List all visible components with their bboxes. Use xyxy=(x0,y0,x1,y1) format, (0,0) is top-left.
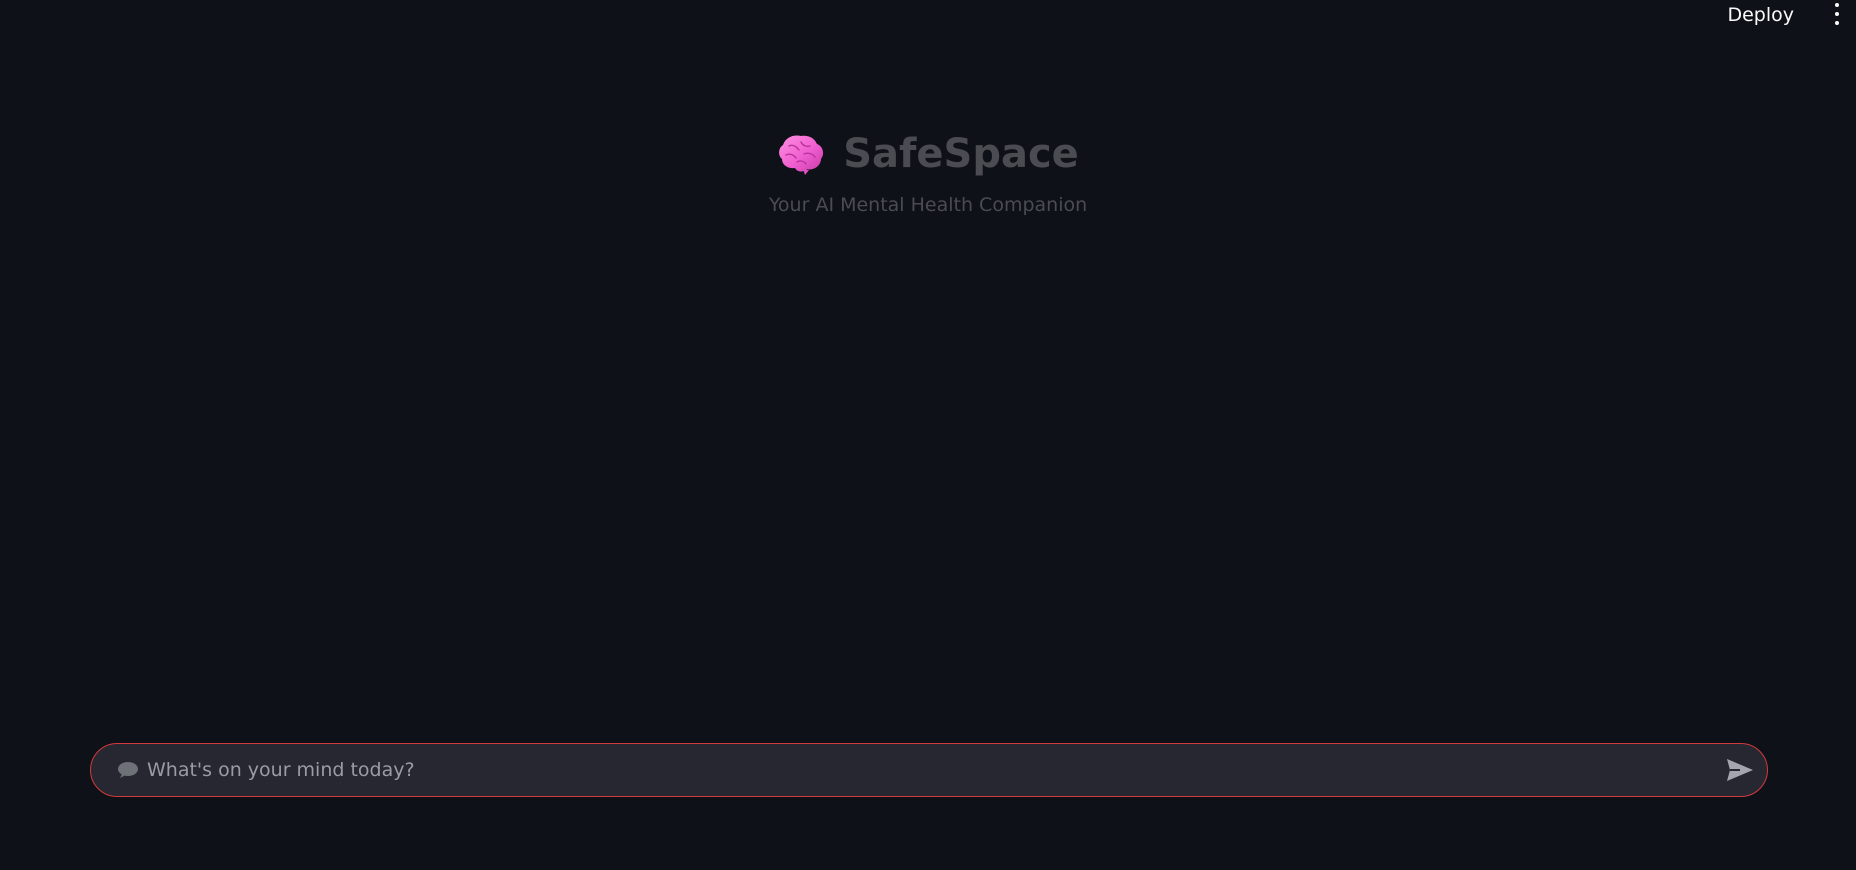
menu-dot xyxy=(1835,3,1839,7)
page-title: SafeSpace xyxy=(843,131,1079,177)
menu-dot xyxy=(1835,12,1839,16)
deploy-button[interactable]: Deploy xyxy=(1723,2,1798,28)
page-header: SafeSpace Your AI Mental Health Companio… xyxy=(0,128,1856,218)
menu-dot xyxy=(1835,21,1839,25)
send-button[interactable] xyxy=(1725,755,1755,785)
title-row: SafeSpace xyxy=(777,128,1079,180)
chat-input[interactable] xyxy=(145,749,1725,791)
brain-icon xyxy=(779,135,824,175)
more-vertical-icon[interactable] xyxy=(1834,3,1840,25)
page-subtitle: Your AI Mental Health Companion xyxy=(768,194,1088,216)
top-bar: Deploy xyxy=(0,0,1856,30)
send-icon xyxy=(1727,759,1753,781)
chat-input-container[interactable] xyxy=(90,743,1768,797)
speech-bubble-icon xyxy=(118,762,138,778)
